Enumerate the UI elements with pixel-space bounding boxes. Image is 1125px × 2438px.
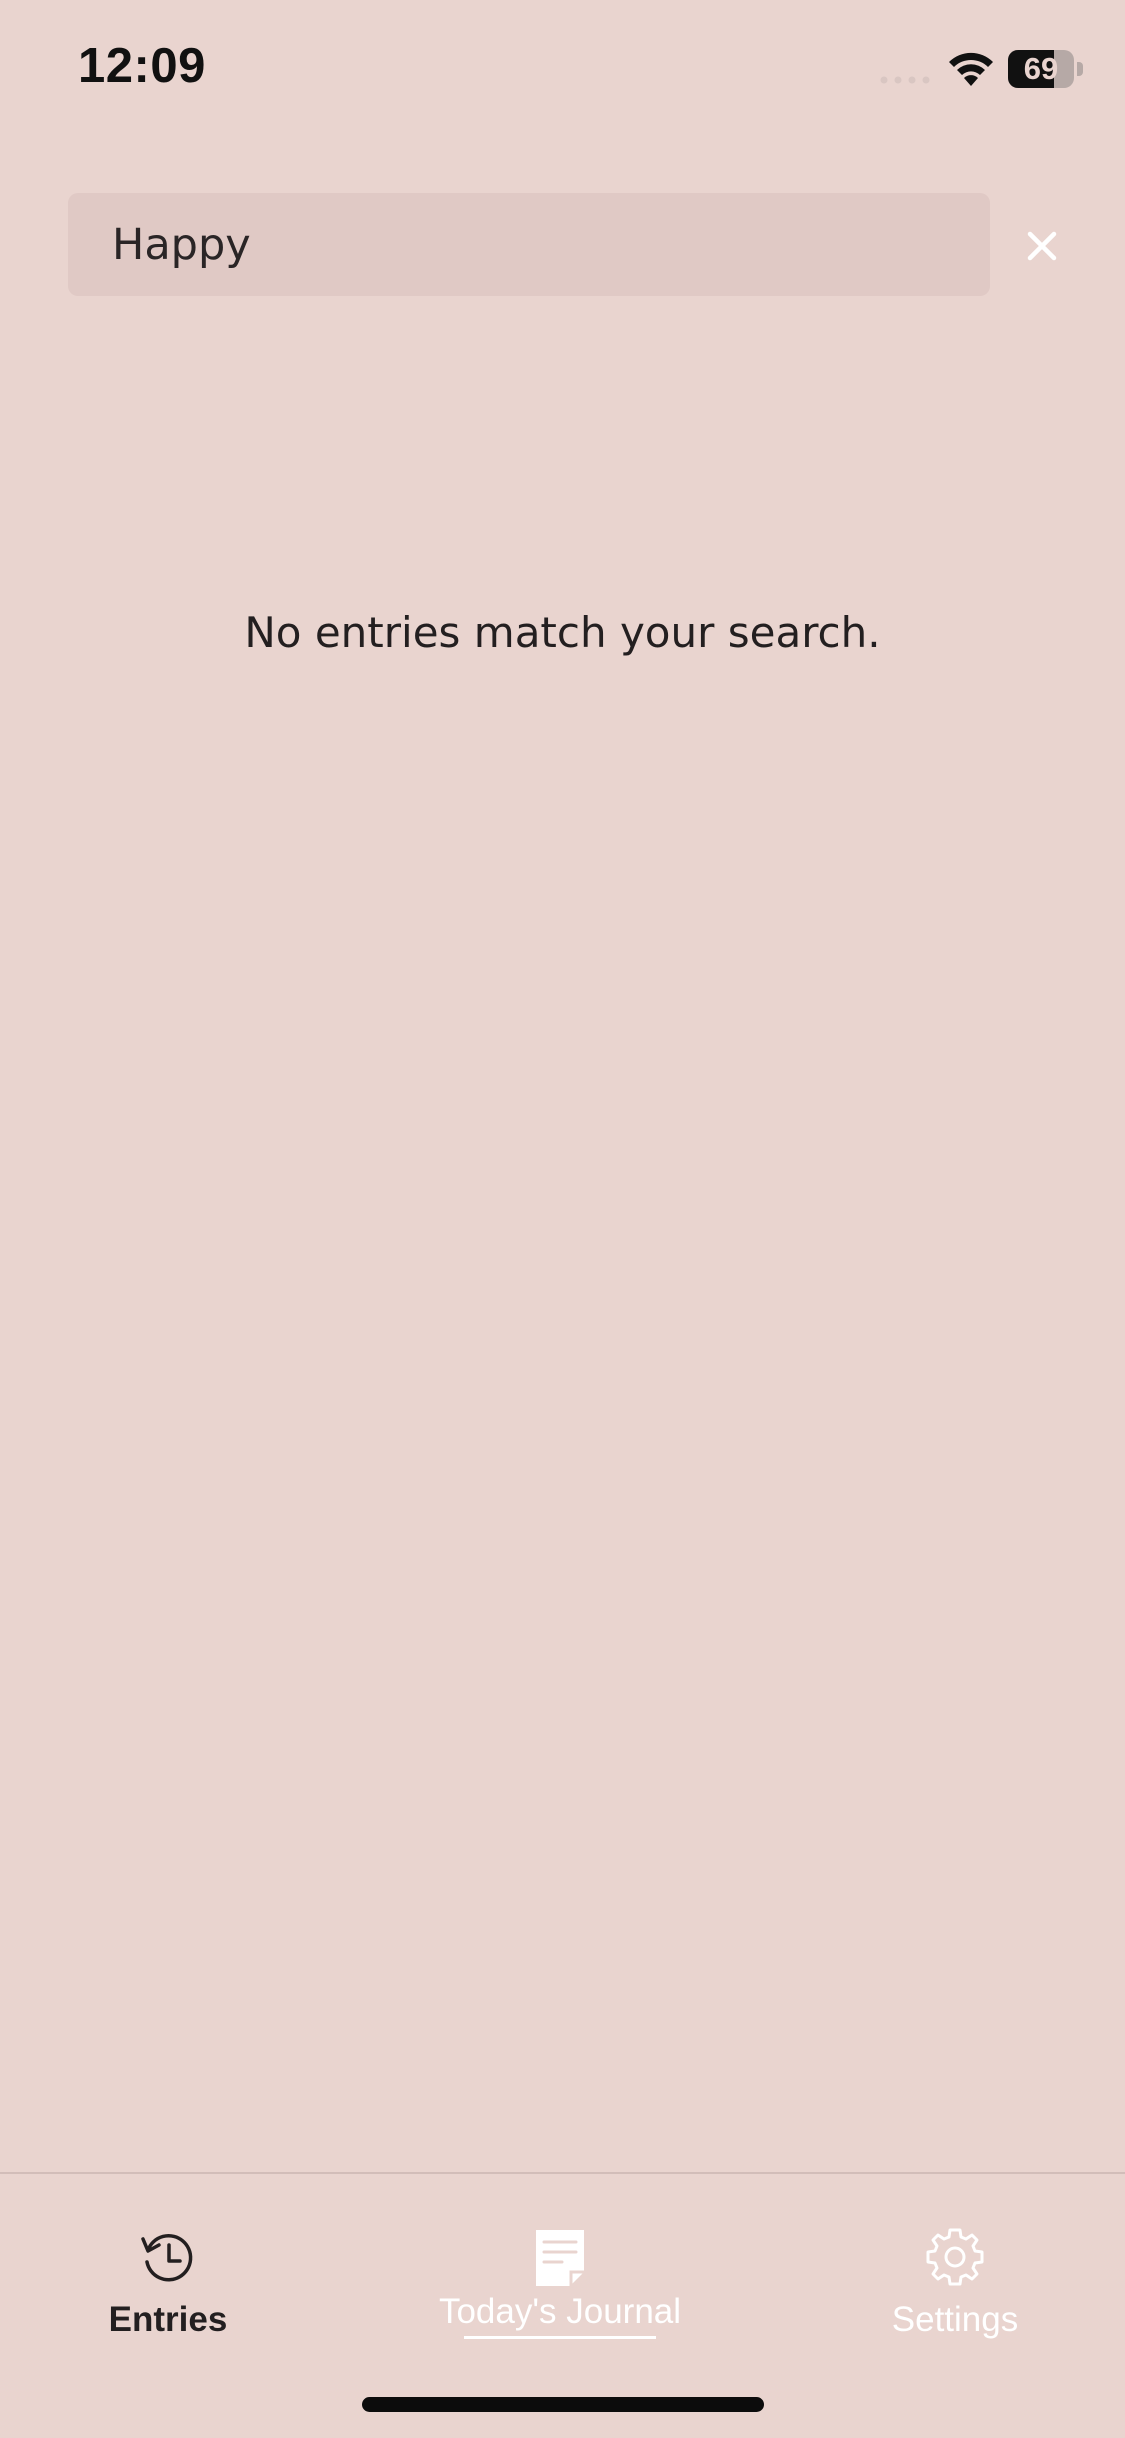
history-icon — [141, 2234, 193, 2282]
active-tab-underline — [464, 2336, 656, 2339]
search-input[interactable] — [112, 219, 946, 270]
close-search-button[interactable] — [1014, 218, 1070, 274]
empty-results-message: No entries match your search. — [244, 608, 881, 657]
tab-todays-journal[interactable]: Today's Journal — [420, 2226, 700, 2356]
tab-settings[interactable]: Settings — [860, 2226, 1050, 2356]
battery-icon: 69 — [1008, 50, 1083, 88]
close-icon — [1027, 231, 1057, 261]
search-bar[interactable] — [68, 193, 990, 296]
battery-body: 69 — [1008, 50, 1074, 88]
status-time: 12:09 — [78, 39, 206, 93]
battery-tip — [1077, 62, 1083, 76]
journal-note-icon — [536, 2230, 584, 2286]
home-indicator — [362, 2397, 764, 2412]
battery-percentage: 69 — [1023, 51, 1059, 86]
tab-entries-label: Entries — [108, 2300, 228, 2339]
wifi-icon — [949, 52, 993, 86]
tab-settings-label: Settings — [891, 2300, 1019, 2339]
status-bar: 12:09 69 — [0, 0, 1125, 140]
tab-todays-journal-label: Today's Journal — [438, 2292, 682, 2331]
gear-icon — [926, 2228, 984, 2286]
tab-entries[interactable]: Entries — [68, 2226, 268, 2356]
cellular-signal-icon — [880, 76, 930, 84]
